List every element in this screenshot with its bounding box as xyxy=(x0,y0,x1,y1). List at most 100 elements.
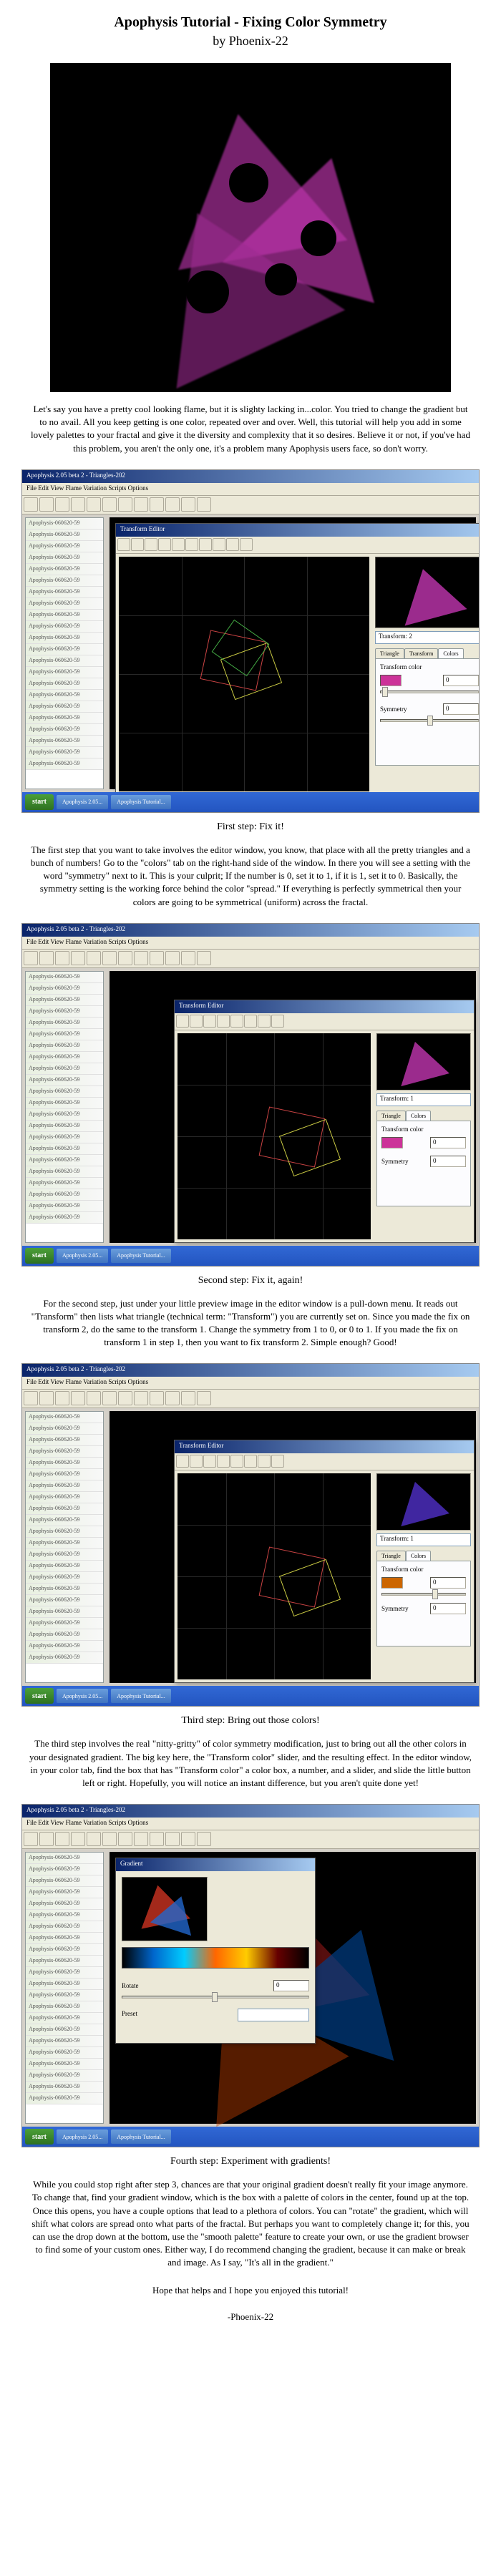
toolbar-button[interactable] xyxy=(118,497,132,512)
taskbar-item[interactable]: Apophysis 2.05... xyxy=(57,795,108,809)
list-item[interactable]: Apophysis-060620-59 xyxy=(26,2013,103,2024)
list-item[interactable]: Apophysis-060620-59 xyxy=(26,667,103,678)
editor-tool-button[interactable] xyxy=(258,1455,271,1468)
toolbar-button[interactable] xyxy=(55,1832,69,1846)
toolbar-button[interactable] xyxy=(39,1391,54,1405)
list-item[interactable]: Apophysis-060620-59 xyxy=(26,1075,103,1086)
toolbar-button[interactable] xyxy=(87,497,101,512)
gradient-window[interactable]: Gradient Rotate 0 Preset xyxy=(115,1858,316,2044)
transform-editor-window[interactable]: Transform Editor xyxy=(174,1000,475,1243)
toolbar-button[interactable] xyxy=(134,951,148,965)
toolbar-button[interactable] xyxy=(87,1391,101,1405)
toolbar-button[interactable] xyxy=(24,1391,38,1405)
list-item[interactable]: Apophysis-060620-59 xyxy=(26,587,103,598)
taskbar-item[interactable]: Apophysis Tutorial... xyxy=(111,1249,171,1263)
app-toolbar[interactable] xyxy=(22,1830,479,1849)
list-item[interactable]: Apophysis-060620-59 xyxy=(26,621,103,633)
list-item[interactable]: Apophysis-060620-59 xyxy=(26,1132,103,1143)
list-item[interactable]: Apophysis-060620-59 xyxy=(26,1526,103,1538)
list-item[interactable]: Apophysis-060620-59 xyxy=(26,724,103,736)
list-item[interactable]: Apophysis-060620-59 xyxy=(26,1469,103,1480)
editor-tool-button[interactable] xyxy=(258,1015,271,1028)
color-value-input[interactable]: 0 xyxy=(430,1577,466,1589)
start-button[interactable]: start xyxy=(25,2129,54,2145)
toolbar-button[interactable] xyxy=(102,951,117,965)
list-item[interactable]: Apophysis-060620-59 xyxy=(26,2024,103,2036)
editor-tool-button[interactable] xyxy=(190,1015,203,1028)
list-item[interactable]: Apophysis-060620-59 xyxy=(26,1606,103,1618)
list-item[interactable]: Apophysis-060620-59 xyxy=(26,995,103,1006)
list-item[interactable]: Apophysis-060620-59 xyxy=(26,1063,103,1075)
windows-taskbar[interactable]: start Apophysis 2.05... Apophysis Tutori… xyxy=(22,1686,479,1706)
editor-tool-button[interactable] xyxy=(271,1015,284,1028)
toolbar-button[interactable] xyxy=(71,1832,85,1846)
editor-tool-button[interactable] xyxy=(226,538,239,551)
gradient-palette[interactable] xyxy=(122,1947,309,1968)
list-item[interactable]: Apophysis-060620-59 xyxy=(26,1040,103,1052)
toolbar-button[interactable] xyxy=(197,497,211,512)
list-item[interactable]: Apophysis-060620-59 xyxy=(26,1910,103,1921)
slider-thumb[interactable] xyxy=(382,687,388,697)
editor-tool-button[interactable] xyxy=(131,538,144,551)
list-item[interactable]: Apophysis-060620-59 xyxy=(26,1212,103,1224)
toolbar-button[interactable] xyxy=(118,951,132,965)
list-item[interactable]: Apophysis-060620-59 xyxy=(26,644,103,655)
toolbar-button[interactable] xyxy=(24,497,38,512)
symmetry-input[interactable]: 0 xyxy=(443,703,479,715)
color-value-input[interactable]: 0 xyxy=(430,1137,466,1148)
toolbar-button[interactable] xyxy=(165,497,180,512)
list-item[interactable]: Apophysis-060620-59 xyxy=(26,610,103,621)
editor-tool-button[interactable] xyxy=(217,1015,230,1028)
tab-colors[interactable]: Colors xyxy=(406,1551,431,1561)
list-item[interactable]: Apophysis-060620-59 xyxy=(26,1029,103,1040)
color-slider[interactable] xyxy=(381,1593,466,1596)
list-item[interactable]: Apophysis-060620-59 xyxy=(26,2001,103,2013)
toolbar-button[interactable] xyxy=(181,951,195,965)
toolbar-button[interactable] xyxy=(55,951,69,965)
transform-select[interactable]: Transform: 2 xyxy=(375,631,480,644)
list-item[interactable]: Apophysis-060620-59 xyxy=(26,1178,103,1189)
toolbar-button[interactable] xyxy=(102,497,117,512)
list-item[interactable]: Apophysis-060620-59 xyxy=(26,972,103,983)
toolbar-button[interactable] xyxy=(150,497,164,512)
tab-triangle[interactable]: Triangle xyxy=(375,648,404,658)
list-item[interactable]: Apophysis-060620-59 xyxy=(26,1538,103,1549)
list-item[interactable]: Apophysis-060620-59 xyxy=(26,2070,103,2082)
toolbar-button[interactable] xyxy=(134,497,148,512)
toolbar-button[interactable] xyxy=(71,1391,85,1405)
list-item[interactable]: Apophysis-060620-59 xyxy=(26,701,103,713)
toolbar-button[interactable] xyxy=(39,497,54,512)
list-item[interactable]: Apophysis-060620-59 xyxy=(26,1921,103,1933)
list-item[interactable]: Apophysis-060620-59 xyxy=(26,1629,103,1641)
toolbar-button[interactable] xyxy=(71,951,85,965)
list-item[interactable]: Apophysis-060620-59 xyxy=(26,690,103,701)
list-item[interactable]: Apophysis-060620-59 xyxy=(26,1435,103,1446)
start-button[interactable]: start xyxy=(25,794,54,810)
start-button[interactable]: start xyxy=(25,1248,54,1264)
color-swatch[interactable] xyxy=(381,1577,403,1589)
taskbar-item[interactable]: Apophysis Tutorial... xyxy=(111,2129,171,2144)
toolbar-button[interactable] xyxy=(165,1391,180,1405)
editor-toolbar[interactable] xyxy=(116,537,480,554)
list-item[interactable]: Apophysis-060620-59 xyxy=(26,678,103,690)
color-slider[interactable] xyxy=(380,691,479,693)
toolbar-button[interactable] xyxy=(181,1391,195,1405)
editor-canvas[interactable] xyxy=(177,1033,371,1239)
list-item[interactable]: Apophysis-060620-59 xyxy=(26,552,103,564)
list-item[interactable]: Apophysis-060620-59 xyxy=(26,747,103,758)
list-item[interactable]: Apophysis-060620-59 xyxy=(26,1572,103,1584)
preset-dropdown[interactable] xyxy=(238,2009,309,2021)
toolbar-button[interactable] xyxy=(24,951,38,965)
editor-tool-button[interactable] xyxy=(176,1455,189,1468)
editor-tool-button[interactable] xyxy=(145,538,157,551)
windows-taskbar[interactable]: start Apophysis 2.05... Apophysis Tutori… xyxy=(22,792,479,812)
rotate-slider[interactable] xyxy=(122,1996,309,1999)
start-button[interactable]: start xyxy=(25,1688,54,1704)
list-item[interactable]: Apophysis-060620-59 xyxy=(26,1898,103,1910)
list-item[interactable]: Apophysis-060620-59 xyxy=(26,518,103,530)
app-menubar[interactable]: File Edit View Flame Variation Scripts O… xyxy=(22,937,479,950)
list-item[interactable]: Apophysis-060620-59 xyxy=(26,575,103,587)
editor-tool-button[interactable] xyxy=(240,538,253,551)
editor-canvas[interactable] xyxy=(119,557,369,791)
editor-tool-button[interactable] xyxy=(230,1015,243,1028)
